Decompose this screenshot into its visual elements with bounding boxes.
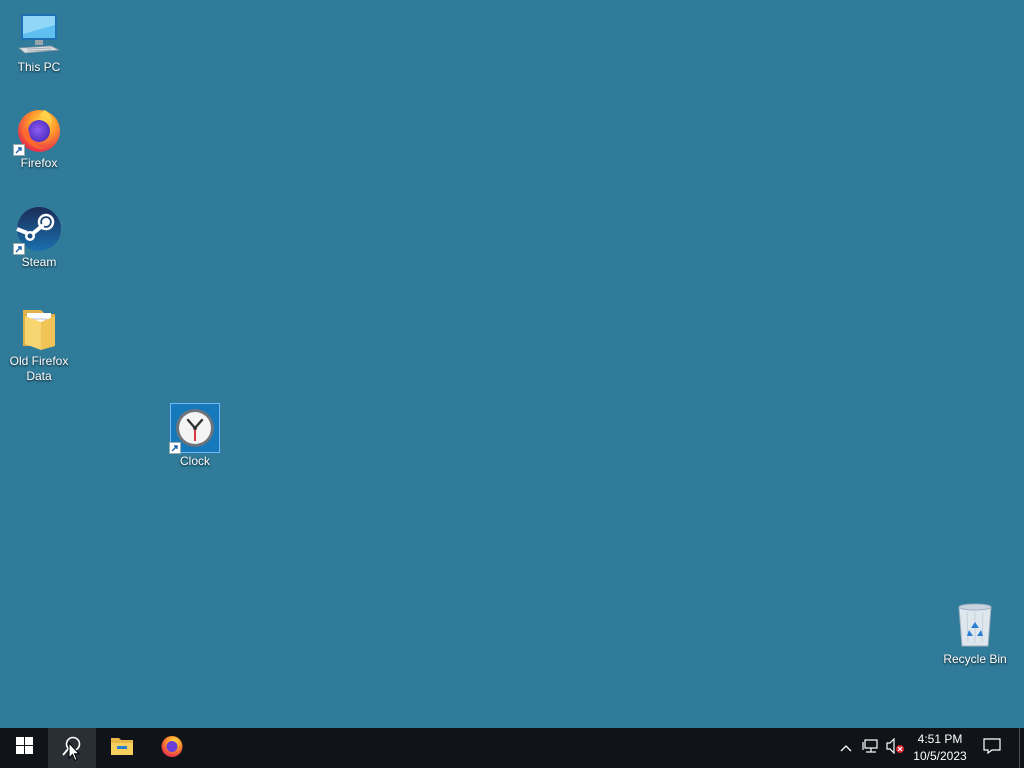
volume-muted-icon	[885, 737, 905, 759]
desktop-icon-firefox[interactable]: Firefox	[1, 106, 77, 171]
network-icon	[862, 738, 880, 759]
desktop-icon-label: Old Firefox Data	[9, 354, 69, 383]
taskbar-clock[interactable]: 4:51 PM 10/5/2023	[904, 731, 976, 765]
desktop-icon-label: Clock	[179, 454, 210, 468]
shortcut-arrow-icon	[13, 144, 25, 156]
show-desktop-button[interactable]	[1019, 728, 1024, 768]
file-explorer-icon	[110, 735, 134, 762]
network-button[interactable]	[860, 728, 882, 768]
folder-icon	[15, 304, 63, 352]
computer-icon	[15, 10, 63, 58]
desktop-icon-label: Recycle Bin	[943, 652, 1007, 666]
desktop-icon-this-pc[interactable]: This PC	[1, 10, 77, 75]
start-button[interactable]	[0, 728, 48, 768]
mouse-cursor-icon	[68, 741, 81, 762]
action-center-button[interactable]	[980, 728, 1004, 768]
clock-date: 10/5/2023	[913, 749, 967, 763]
desktop-icon-label: Steam	[21, 255, 57, 269]
desktop-icon-steam[interactable]: Steam	[1, 205, 77, 270]
chevron-up-icon	[840, 739, 852, 757]
show-hidden-icons-button[interactable]	[836, 728, 856, 768]
desktop-icon-recycle-bin[interactable]: Recycle Bin	[937, 602, 1013, 667]
volume-button[interactable]	[884, 728, 906, 768]
clock-icon	[169, 403, 220, 454]
file-explorer-button[interactable]	[98, 728, 146, 768]
notification-icon	[983, 737, 1001, 759]
desktop-icon-clock[interactable]: Clock	[157, 403, 233, 469]
shortcut-arrow-icon	[13, 243, 25, 255]
steam-icon	[13, 205, 63, 255]
desktop-icon-old-firefox-data[interactable]: Old Firefox Data	[1, 304, 77, 384]
desktop[interactable]: This PC Firefox Steam Old Firefox Data C…	[0, 0, 1024, 728]
taskbar: 4:51 PM 10/5/2023	[0, 728, 1024, 768]
desktop-icon-label: This PC	[17, 60, 61, 74]
recycle-bin-icon	[951, 602, 999, 650]
shortcut-arrow-icon	[169, 442, 181, 454]
firefox-icon	[160, 734, 184, 763]
firefox-icon	[13, 106, 63, 156]
desktop-icon-label: Firefox	[20, 156, 58, 170]
windows-logo-icon	[15, 737, 33, 759]
firefox-taskbar-button[interactable]	[148, 728, 196, 768]
clock-time: 4:51 PM	[917, 732, 963, 746]
